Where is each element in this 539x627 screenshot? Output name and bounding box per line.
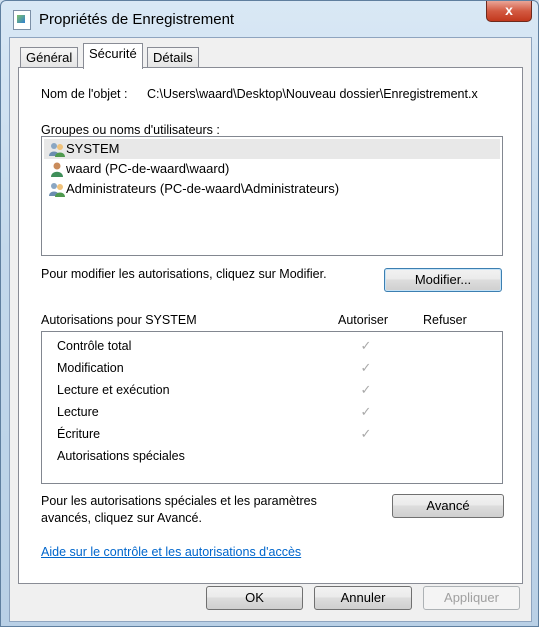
deny-column-header: Refuser bbox=[423, 313, 467, 327]
properties-window: Propriétés de Enregistrement x Général S… bbox=[0, 0, 539, 627]
permission-row: Modification ✓ bbox=[42, 357, 502, 379]
permission-row: Contrôle total ✓ bbox=[42, 335, 502, 357]
permission-name: Contrôle total bbox=[57, 339, 132, 353]
user-icon bbox=[51, 162, 63, 177]
cancel-button[interactable]: Annuler bbox=[314, 586, 412, 610]
allow-check: ✓ bbox=[360, 360, 372, 375]
permission-row: Autorisations spéciales bbox=[42, 445, 502, 467]
allow-check: ✓ bbox=[360, 426, 372, 441]
allow-check: ✓ bbox=[360, 338, 372, 353]
list-item[interactable]: Administrateurs (PC-de-waard\Administrat… bbox=[44, 179, 500, 199]
tab-general[interactable]: Général bbox=[20, 47, 79, 68]
permission-name: Lecture et exécution bbox=[57, 383, 170, 397]
tab-details[interactable]: Détails bbox=[147, 47, 199, 68]
permission-row: Lecture et exécution ✓ bbox=[42, 379, 502, 401]
groups-label: Groupes ou noms d'utilisateurs : bbox=[41, 123, 220, 137]
modify-hint: Pour modifier les autorisations, cliquez… bbox=[41, 267, 327, 281]
title-bar[interactable]: Propriétés de Enregistrement x bbox=[1, 1, 538, 37]
permission-name: Écriture bbox=[57, 427, 101, 441]
permission-name: Modification bbox=[57, 361, 124, 375]
object-name-value: C:\Users\waard\Desktop\Nouveau dossier\E… bbox=[147, 87, 478, 101]
apply-button[interactable]: Appliquer bbox=[423, 586, 520, 610]
list-item-label: SYSTEM bbox=[66, 141, 120, 156]
permission-name: Autorisations spéciales bbox=[57, 449, 185, 463]
modify-button[interactable]: Modifier... bbox=[384, 268, 502, 292]
list-item[interactable]: waard (PC-de-waard\waard) bbox=[44, 159, 500, 179]
group-icon bbox=[49, 143, 65, 157]
window-title: Propriétés de Enregistrement bbox=[39, 11, 235, 28]
list-item-label: Administrateurs (PC-de-waard\Administrat… bbox=[66, 181, 340, 196]
ok-button[interactable]: OK bbox=[206, 586, 303, 610]
help-link[interactable]: Aide sur le contrôle et les autorisation… bbox=[41, 545, 301, 559]
list-item[interactable]: SYSTEM bbox=[44, 139, 500, 159]
file-icon bbox=[13, 10, 31, 30]
advanced-hint-line2: avancés, cliquez sur Avancé. bbox=[41, 511, 202, 525]
permission-name: Lecture bbox=[57, 405, 99, 419]
security-panel: Nom de l'objet : C:\Users\waard\Desktop\… bbox=[18, 67, 523, 584]
permissions-list[interactable]: Contrôle total ✓ Modification ✓ Lecture … bbox=[41, 331, 503, 484]
advanced-hint-line1: Pour les autorisations spéciales et les … bbox=[41, 494, 317, 508]
advanced-button[interactable]: Avancé bbox=[392, 494, 504, 518]
tab-security[interactable]: Sécurité bbox=[83, 43, 143, 69]
permission-row: Lecture ✓ bbox=[42, 401, 502, 423]
object-name-label: Nom de l'objet : bbox=[41, 87, 128, 101]
permissions-for-label: Autorisations pour SYSTEM bbox=[41, 313, 197, 327]
permission-row: Écriture ✓ bbox=[42, 423, 502, 445]
group-icon bbox=[49, 183, 65, 197]
list-item-label: waard (PC-de-waard\waard) bbox=[66, 161, 230, 176]
allow-column-header: Autoriser bbox=[338, 313, 389, 327]
users-listbox[interactable]: SYSTEM waard (PC-de-waard\waard) Adminis… bbox=[41, 136, 503, 256]
dialog-client: Général Sécurité Détails Nom de l'objet … bbox=[9, 37, 532, 622]
allow-check: ✓ bbox=[360, 404, 372, 419]
allow-check: ✓ bbox=[360, 382, 372, 397]
close-button[interactable]: x bbox=[486, 1, 532, 22]
